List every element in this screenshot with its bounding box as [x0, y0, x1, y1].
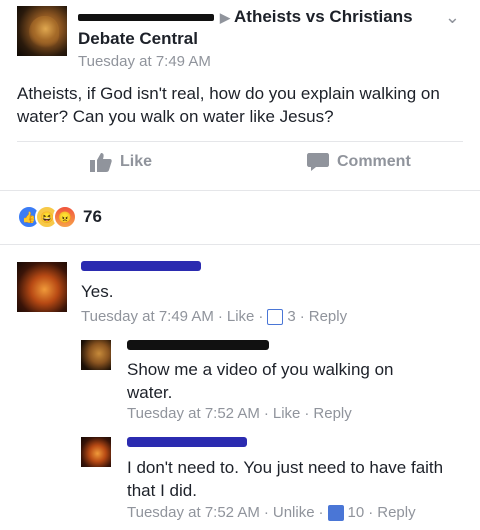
chevron-down-icon[interactable]: ⌄	[445, 7, 460, 28]
comment-meta: Tuesday at 7:49 AM · Like · 3 · Reply	[81, 308, 348, 325]
post-timestamp[interactable]: Tuesday at 7:49 AM	[78, 53, 211, 70]
comment-text: Yes.	[81, 282, 114, 301]
poster-name-redacted	[78, 14, 214, 22]
like-button[interactable]: Like	[90, 152, 152, 172]
group-name-link-line2[interactable]: Debate Central	[78, 29, 198, 48]
reply-author-avatar[interactable]	[81, 437, 111, 467]
angry-reaction-icon: 😠	[53, 205, 77, 229]
reply-like-count[interactable]: 10	[327, 504, 364, 521]
reply-author-name-redacted[interactable]	[127, 340, 269, 350]
divider	[17, 141, 463, 142]
divider	[0, 244, 480, 245]
reply-like-link[interactable]: Like	[273, 405, 301, 422]
post-header: ▶ Atheists vs Christians Debate Central	[78, 6, 458, 49]
like-label: Like	[120, 153, 153, 170]
divider	[0, 190, 480, 191]
comment-button[interactable]: Comment	[307, 152, 411, 172]
comment-like-link[interactable]: Like	[227, 308, 255, 325]
reaction-count: 76	[83, 207, 102, 226]
reply-timestamp[interactable]: Tuesday at 7:52 AM	[127, 405, 260, 422]
thumbs-up-icon	[327, 504, 344, 521]
reactions-summary[interactable]: 👍 😆 😠 76	[17, 205, 102, 229]
reply-reply-link[interactable]: Reply	[313, 405, 351, 422]
post-text: Atheists, if God isn't real, how do you …	[17, 84, 440, 126]
reply-author-avatar[interactable]	[81, 340, 111, 370]
comment-timestamp[interactable]: Tuesday at 7:49 AM	[81, 308, 214, 325]
reply-text: Show me a video of you walking on water.	[127, 360, 394, 402]
reply-meta: Tuesday at 7:52 AM · Like · Reply	[127, 405, 352, 422]
reply-author-name-redacted[interactable]	[127, 437, 247, 447]
reply-text: I don't need to. You just need to have f…	[127, 458, 444, 500]
comment-label: Comment	[337, 153, 411, 170]
thumbs-up-icon	[267, 308, 284, 325]
comment-icon	[307, 153, 329, 171]
reply-reply-link[interactable]: Reply	[377, 504, 415, 521]
reply-timestamp[interactable]: Tuesday at 7:52 AM	[127, 504, 260, 521]
commenter-avatar[interactable]	[17, 262, 67, 312]
poster-avatar[interactable]	[17, 6, 67, 56]
reply-meta: Tuesday at 7:52 AM · Unlike · 10 · Reply	[127, 504, 416, 521]
like-icon	[90, 153, 112, 172]
commenter-name-redacted[interactable]	[81, 261, 201, 271]
group-name-link[interactable]: Atheists vs Christians	[234, 7, 413, 26]
arrow-right-icon: ▶	[220, 10, 230, 25]
comment-like-count[interactable]: 3	[267, 308, 296, 325]
comment-reply-link[interactable]: Reply	[309, 308, 347, 325]
reply-unlike-link[interactable]: Unlike	[273, 504, 315, 521]
